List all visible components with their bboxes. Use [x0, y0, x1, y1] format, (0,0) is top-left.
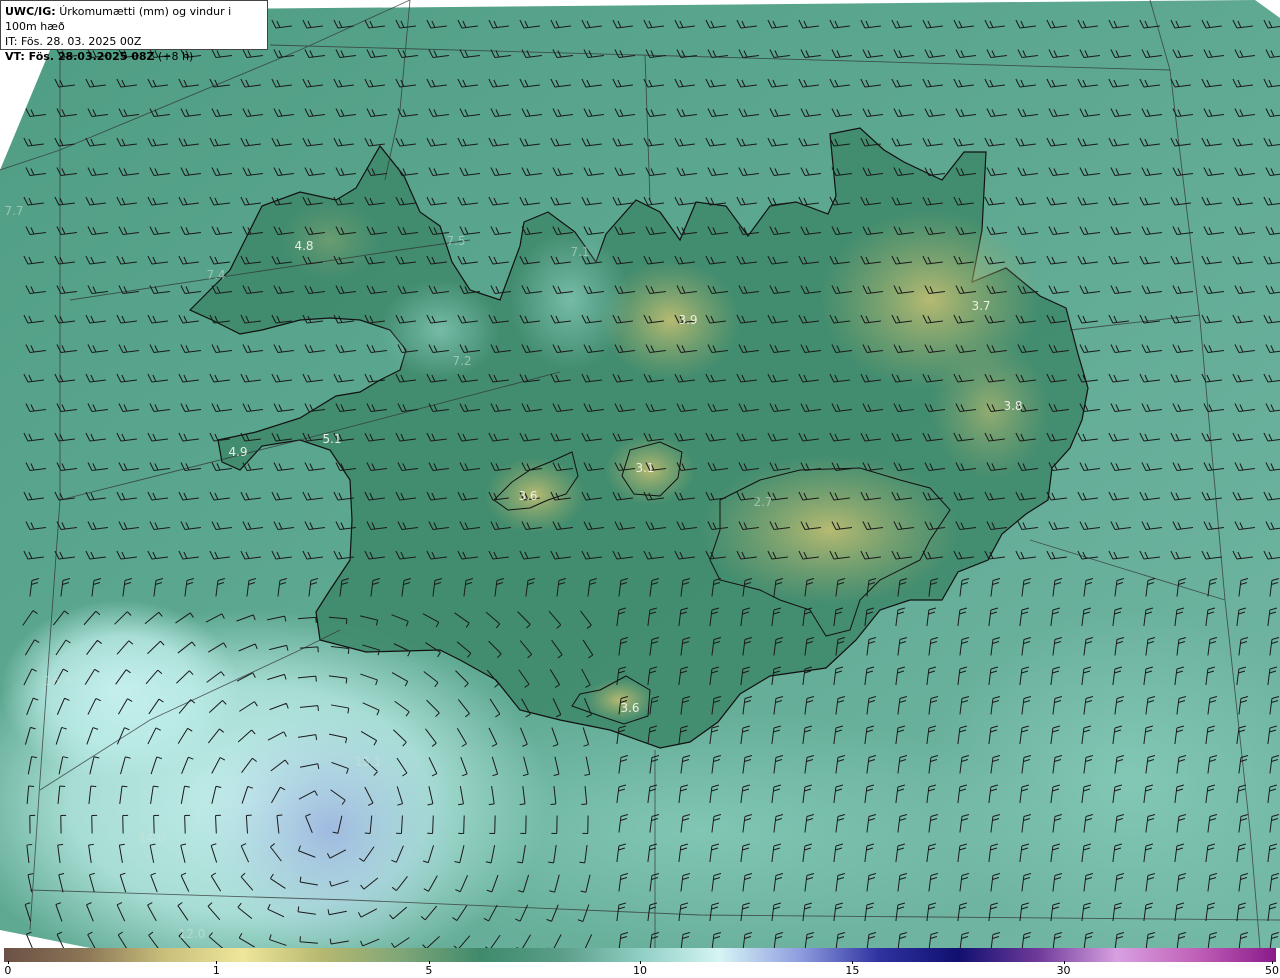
colorbar-tick-label: 10 — [633, 964, 647, 977]
vatnajokull — [700, 455, 960, 605]
precip-value-label: 4.8 — [294, 239, 313, 253]
valid-time: VT: Fös. 28.03.2025 08Z — [5, 50, 155, 63]
precip-value-label: 3.9 — [678, 313, 697, 327]
precip-value-label: 3.8 — [1003, 399, 1022, 413]
colorbar: 0 1 5 10 15 30 50 — [0, 948, 1280, 978]
precip-value-label: 5.1 — [322, 432, 341, 446]
precip-value-label: 2.7 — [753, 495, 772, 509]
precip-value-label: 3.1 — [635, 461, 654, 475]
colorbar-tick-label: 50 — [1265, 964, 1279, 977]
precip-value-label: 7.1 — [570, 245, 589, 259]
colorbar-tick-label: 0 — [4, 964, 12, 977]
initial-time: IT: Fös. 28. 03. 2025 00Z — [5, 35, 142, 48]
precip-value-label: 13.1 — [355, 755, 382, 769]
precip-value-label: 12.0 — [179, 927, 206, 941]
forecast-offset: (+8 h) — [158, 50, 194, 63]
colorbar-tick-label: 1 — [212, 964, 220, 977]
precip-value-label: 4.9 — [228, 445, 247, 459]
colorbar-strip — [4, 948, 1276, 962]
precip-value-label: 14.0 — [139, 831, 166, 845]
moisture-plume-west — [0, 600, 240, 780]
colorbar-tick-label: 15 — [845, 964, 860, 977]
highland-south — [585, 678, 655, 722]
colorbar-tick-label: 30 — [1056, 964, 1071, 977]
moist-west-coast — [380, 280, 500, 380]
precip-value-label: 7.5 — [446, 234, 465, 248]
colorbar-tick-label: 5 — [425, 964, 433, 977]
forecast-info-box: UWC/IG: Úrkomumætti (mm) og vindur i 100… — [0, 0, 268, 63]
precip-value-label: 16.8 — [45, 674, 72, 688]
precip-value-label: 7.4 — [206, 268, 225, 282]
precip-value-label: 3.6 — [518, 489, 537, 503]
precip-value-label: 3.7 — [971, 299, 990, 313]
precip-value-label: 3.6 — [620, 701, 639, 715]
precip-value-label: 7.7 — [4, 204, 23, 218]
precip-value-label: 7.2 — [452, 354, 471, 368]
forecast-map: 4.8 7.5 7.1 7.4 7.7 3.9 3.7 7.2 3.8 5.1 4.9 3.1 3.6 2… — [0, 0, 1280, 948]
product-code: UWC/IG: — [5, 5, 56, 18]
